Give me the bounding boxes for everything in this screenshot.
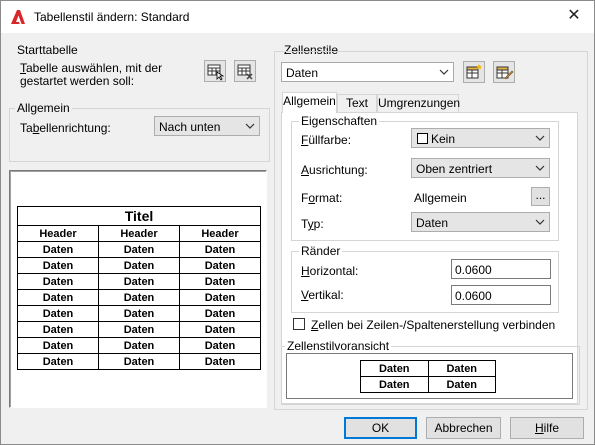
preview-data-cell: Daten: [179, 241, 261, 258]
preview-data-cell: Daten: [17, 321, 99, 338]
cell-preview-table: Daten Daten Daten Daten: [360, 360, 496, 393]
margins-legend: Ränder: [299, 244, 343, 258]
table-preview-pane: Titel Header Header Header Daten Daten Daten…: [9, 170, 267, 408]
chevron-down-icon: [535, 165, 545, 171]
preview-data-row: Daten Daten Daten: [17, 305, 261, 322]
dialog-window: Tabellenstil ändern: Standard ✕ Starttab…: [0, 0, 595, 445]
preview-data-cell: Daten: [179, 273, 261, 290]
horizontal-label: Horizontal:: [301, 264, 359, 278]
preview-data-cell: Daten: [17, 289, 99, 306]
alignment-select[interactable]: Oben zentriert: [411, 158, 550, 178]
chevron-down-icon: [535, 135, 545, 141]
preview-data-cell: Daten: [17, 305, 99, 322]
ok-button[interactable]: OK: [344, 417, 417, 439]
cell-preview-cell: Daten: [427, 360, 496, 377]
preview-data-cell: Daten: [98, 273, 180, 290]
preview-data-cell: Daten: [17, 353, 99, 370]
vertical-margin-input[interactable]: 0.0600: [451, 285, 551, 305]
preview-data-rows: Daten Daten Daten Daten Daten Daten Daten Daten…: [17, 241, 261, 370]
horizontal-margin-input[interactable]: 0.0600: [451, 259, 551, 279]
cell-preview-pane: Daten Daten Daten Daten: [286, 353, 573, 399]
table-remove-icon: [237, 64, 253, 80]
format-label: Format:: [301, 191, 343, 205]
preview-data-row: Daten Daten Daten: [17, 289, 261, 306]
preview-data-cell: Daten: [98, 337, 180, 354]
start-table-legend: Starttabelle: [17, 43, 78, 57]
alignment-value: Oben zentriert: [416, 162, 493, 176]
cell-preview-cell: Daten: [360, 376, 429, 393]
preview-header-row: Header Header Header: [17, 225, 261, 242]
table-direction-select[interactable]: Nach unten: [154, 116, 260, 136]
preview-data-cell: Daten: [17, 337, 99, 354]
preview-data-cell: Daten: [98, 289, 180, 306]
remove-table-button[interactable]: [234, 60, 256, 82]
preview-data-cell: Daten: [179, 337, 261, 354]
fill-color-value: Kein: [431, 132, 456, 146]
horizontal-margin-value: 0.0600: [455, 263, 492, 277]
preview-data-cell: Daten: [98, 353, 180, 370]
format-browse-button[interactable]: ...: [531, 187, 550, 206]
preview-data-cell: Daten: [179, 289, 261, 306]
tab-umgrenzungen[interactable]: Umgrenzungen: [377, 94, 460, 112]
type-value: Daten: [416, 216, 449, 230]
table-select-icon: [207, 64, 225, 81]
cell-preview-legend: Zellenstilvoransicht: [285, 339, 392, 353]
preview-data-cell: Daten: [179, 353, 261, 370]
format-value: Allgemein: [414, 191, 467, 205]
tab-allgemein[interactable]: Allgemein: [282, 92, 337, 113]
preview-data-row: Daten Daten Daten: [17, 353, 261, 370]
preview-data-row: Daten Daten Daten: [17, 257, 261, 274]
preview-header-cell: Header: [17, 225, 99, 242]
preview-data-cell: Daten: [17, 273, 99, 290]
preview-data-cell: Daten: [179, 257, 261, 274]
window-title: Tabellenstil ändern: Standard: [34, 10, 190, 24]
merge-cells-label[interactable]: Zellen bei Zeilen-/Spaltenerstellung ver…: [311, 318, 555, 332]
preview-header-cell: Header: [98, 225, 180, 242]
help-button[interactable]: Hilfe: [510, 417, 584, 439]
type-select[interactable]: Daten: [411, 212, 550, 232]
preview-table: Titel Header Header Header Daten Daten Daten…: [17, 206, 261, 370]
preview-data-row: Daten Daten Daten: [17, 241, 261, 258]
properties-legend: Eigenschaften: [299, 114, 380, 128]
start-table-text-line2: gestartet werden soll:: [20, 74, 135, 88]
close-icon[interactable]: ✕: [554, 1, 594, 33]
vertical-margin-value: 0.0600: [455, 289, 492, 303]
cell-preview-row: Daten Daten: [360, 376, 496, 393]
cell-preview-cell: Daten: [360, 360, 429, 377]
color-swatch-icon: [417, 133, 428, 144]
table-direction-value: Nach unten: [159, 120, 221, 134]
chevron-down-icon: [245, 123, 255, 129]
cell-preview-row: Daten Daten: [360, 360, 496, 377]
table-direction-label: Tabellenrichtung:: [20, 121, 111, 135]
alignment-label: Ausrichtung:: [301, 163, 368, 177]
cell-preview-cell: Daten: [427, 376, 496, 393]
preview-data-row: Daten Daten Daten: [17, 273, 261, 290]
title-bar[interactable]: Tabellenstil ändern: Standard ✕: [1, 1, 594, 33]
preview-data-cell: Daten: [98, 241, 180, 258]
vertical-label: Vertikal:: [301, 288, 344, 302]
preview-data-cell: Daten: [98, 257, 180, 274]
general-legend: Allgemein: [15, 101, 72, 115]
tab-text[interactable]: Text: [337, 94, 377, 112]
preview-data-cell: Daten: [17, 257, 99, 274]
preview-header-cell: Header: [179, 225, 261, 242]
preview-data-cell: Daten: [179, 305, 261, 322]
cancel-button[interactable]: Abbrechen: [426, 417, 501, 439]
select-table-button[interactable]: [204, 60, 226, 82]
preview-data-cell: Daten: [98, 305, 180, 322]
preview-data-cell: Daten: [17, 241, 99, 258]
fill-color-label: Füllfarbe:: [301, 133, 352, 147]
chevron-down-icon: [535, 219, 545, 225]
preview-data-row: Daten Daten Daten: [17, 321, 261, 338]
preview-title-cell: Titel: [17, 206, 261, 226]
preview-data-cell: Daten: [179, 321, 261, 338]
autocad-app-icon: [11, 10, 25, 24]
preview-data-cell: Daten: [98, 321, 180, 338]
merge-cells-checkbox[interactable]: [293, 318, 305, 330]
preview-data-row: Daten Daten Daten: [17, 337, 261, 354]
type-label: Typ:: [301, 217, 324, 231]
fill-color-select[interactable]: Kein: [411, 128, 550, 148]
start-table-text-line1: Tabelle auswählen, mit der: [20, 61, 163, 75]
